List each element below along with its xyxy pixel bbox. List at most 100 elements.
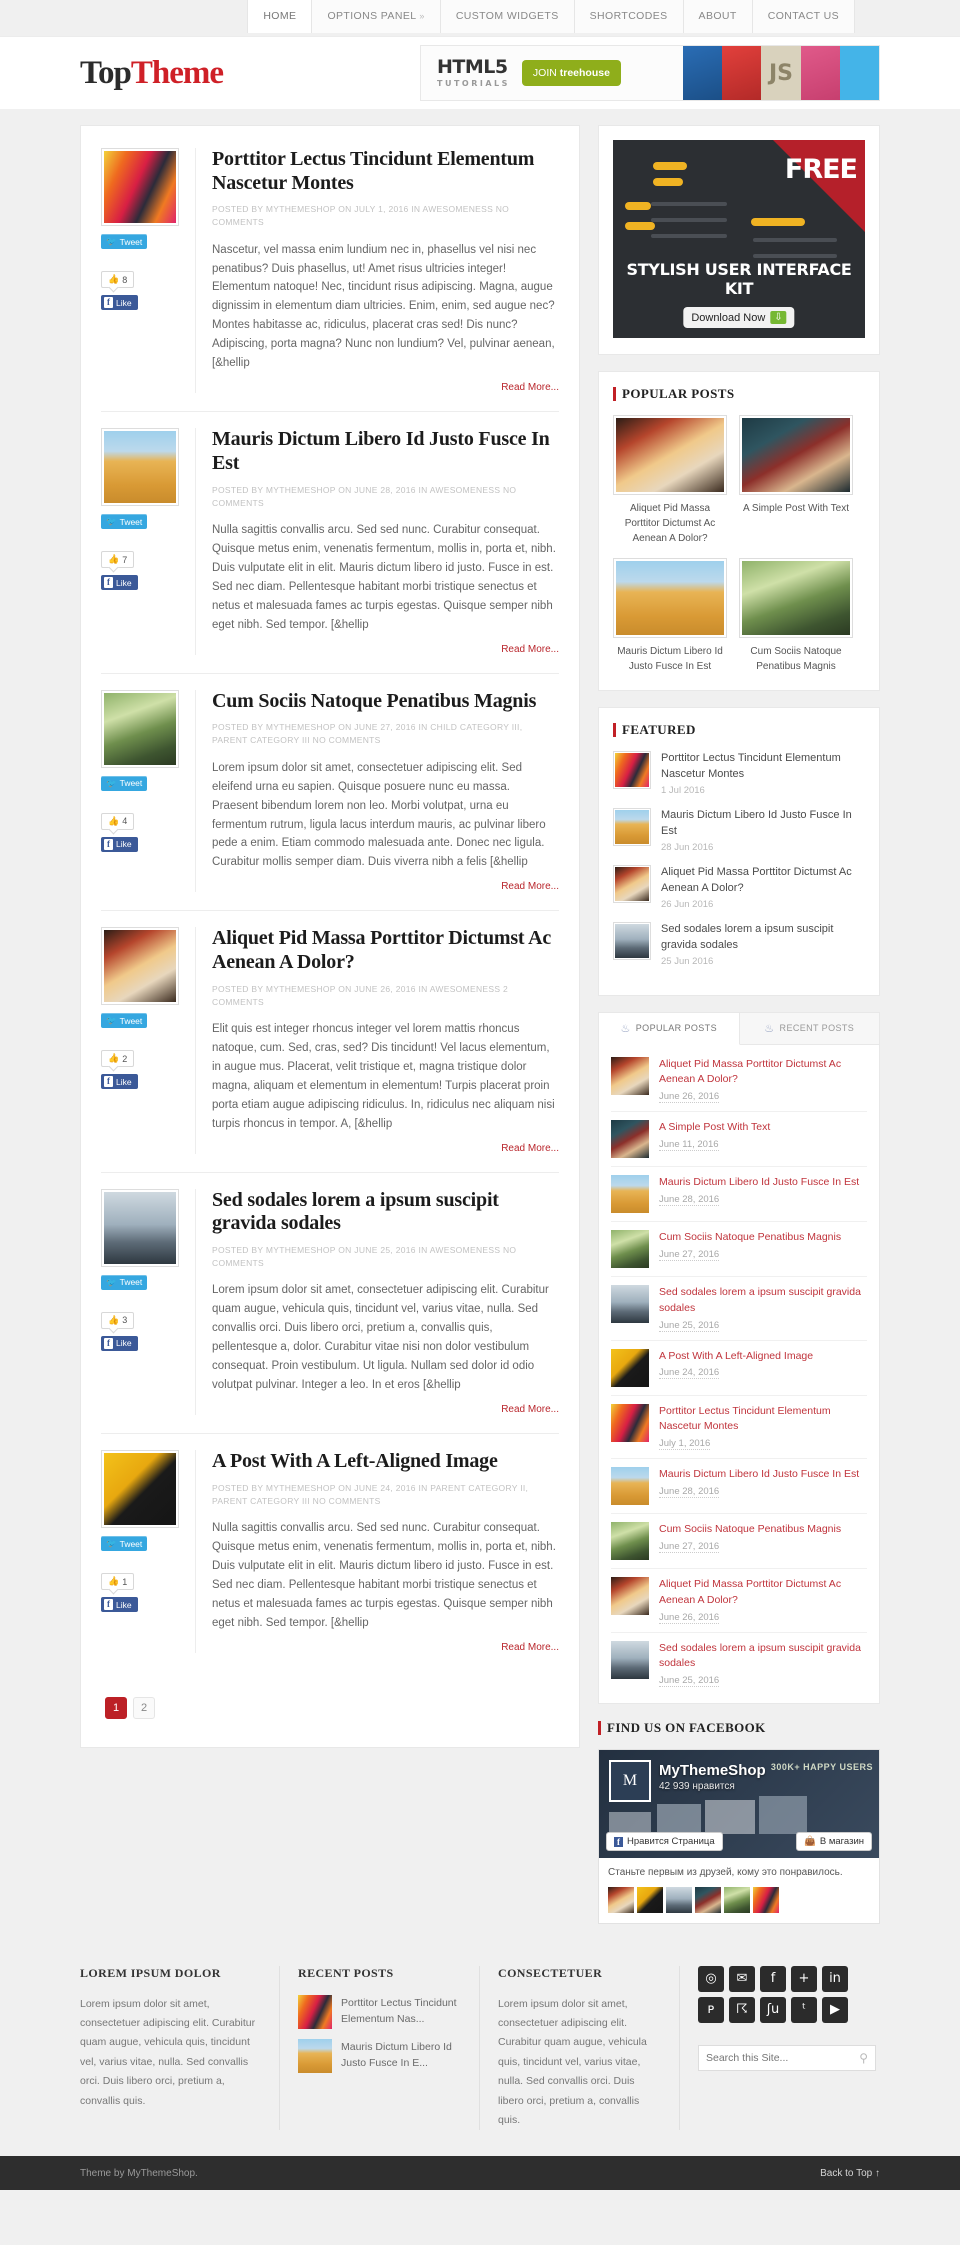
post-title[interactable]: Cum Sociis Natoque Penatibus Magnis: [212, 690, 559, 714]
featured-item[interactable]: Aliquet Pid Massa Porttitor Dictumst Ac …: [613, 864, 865, 910]
footer-recent-thumbnail: [298, 2038, 332, 2073]
dribbble-icon[interactable]: ◎: [698, 1965, 724, 1992]
tab-popular-label: POPULAR POSTS: [635, 1023, 717, 1033]
facebook-icon[interactable]: f: [760, 1965, 786, 1992]
nav-item-custom-widgets[interactable]: CUSTOM WIDGETS: [440, 0, 575, 33]
facebook-like-button[interactable]: f Like: [101, 836, 138, 852]
nav-link[interactable]: CONTACT US: [753, 0, 854, 33]
tweet-button[interactable]: 🐦 Tweet: [101, 1013, 148, 1029]
tab-post-item[interactable]: A Simple Post With Text June 11, 2016: [611, 1112, 867, 1167]
tab-post-item[interactable]: Sed sodales lorem a ipsum suscipit gravi…: [611, 1277, 867, 1341]
post-thumbnail[interactable]: [101, 148, 179, 226]
tab-popular-posts[interactable]: ♨ POPULAR POSTS: [599, 1012, 740, 1045]
tab-post-item[interactable]: Cum Sociis Natoque Penatibus Magnis June …: [611, 1514, 867, 1569]
nav-link[interactable]: HOME: [248, 0, 312, 33]
tweet-button[interactable]: 🐦 Tweet: [101, 234, 148, 249]
post-item: 🐦 Tweet 👍 3 f Like Sed sodales lorem a ipsum s…: [101, 1188, 559, 1435]
tab-post-item[interactable]: Mauris Dictum Libero Id Justo Fusce In E…: [611, 1459, 867, 1514]
join-treehouse-button[interactable]: JOIN treehouse: [521, 60, 621, 86]
facebook-like-button[interactable]: f Like: [101, 1074, 138, 1090]
popular-post-item[interactable]: Mauris Dictum Libero Id Justo Fusce In E…: [613, 558, 727, 674]
facebook-f-icon: f: [104, 297, 113, 308]
tab-post-item[interactable]: Porttitor Lectus Tincidunt Elementum Nas…: [611, 1396, 867, 1459]
tab-post-image: [611, 1230, 649, 1268]
header-ad-banner[interactable]: HTML5 TUTORIALS JOIN treehouse: [420, 45, 880, 101]
post-title[interactable]: Sed sodales lorem a ipsum suscipit gravi…: [212, 1189, 559, 1236]
post-thumbnail[interactable]: [101, 428, 179, 507]
read-more-link[interactable]: Read More...: [212, 382, 559, 393]
site-logo[interactable]: TopTheme: [80, 56, 224, 90]
tweet-button[interactable]: 🐦 Tweet: [101, 775, 148, 791]
nav-item-shortcodes[interactable]: SHORTCODES: [574, 0, 684, 33]
stumbleupon-icon[interactable]: ʃu: [760, 1996, 786, 2023]
nav-item-options-panel[interactable]: OPTIONS PANEL »: [312, 0, 441, 33]
read-more-link[interactable]: Read More...: [212, 644, 559, 655]
tab-post-item[interactable]: A Post With A Left-Aligned Image June 24,…: [611, 1341, 867, 1396]
post-thumbnail[interactable]: [101, 1450, 179, 1529]
nav-item-home[interactable]: HOME: [247, 0, 313, 33]
ad-kit-label: STYLISH USER INTERFACE KIT: [626, 260, 852, 298]
post-title[interactable]: A Post With A Left-Aligned Image: [212, 1450, 559, 1474]
tab-recent-posts[interactable]: ♨ RECENT POSTS: [740, 1013, 880, 1044]
post-thumbnail[interactable]: [101, 927, 179, 1006]
post-title[interactable]: Aliquet Pid Massa Porttitor Dictumst Ac …: [212, 927, 559, 974]
popular-post-item[interactable]: A Simple Post With Text: [739, 415, 853, 546]
pinterest-icon[interactable]: ᴘ: [698, 1996, 724, 2023]
facebook-like-button[interactable]: f Like: [101, 295, 138, 310]
featured-item[interactable]: Sed sodales lorem a ipsum suscipit gravi…: [613, 921, 865, 967]
tab-post-item[interactable]: Sed sodales lorem a ipsum suscipit gravi…: [611, 1633, 867, 1696]
footer-recent-item[interactable]: Mauris Dictum Libero Id Justo Fusce In E…: [298, 2038, 461, 2073]
featured-item[interactable]: Mauris Dictum Libero Id Justo Fusce In E…: [613, 807, 865, 853]
post-thumbnail[interactable]: [101, 689, 179, 768]
nav-link[interactable]: CUSTOM WIDGETS: [441, 0, 574, 33]
post-title[interactable]: Porttitor Lectus Tincidunt Elementum Nas…: [212, 148, 559, 195]
nav-item-about[interactable]: ABOUT: [683, 0, 753, 33]
search-input[interactable]: [706, 2051, 860, 2064]
facebook-like-button[interactable]: f Like: [101, 1335, 138, 1351]
tab-post-title: Sed sodales lorem a ipsum suscipit gravi…: [659, 1641, 861, 1670]
tweet-button[interactable]: 🐦 Tweet: [101, 1274, 148, 1290]
nav-item-contact-us[interactable]: CONTACT US: [752, 0, 855, 33]
tweet-button[interactable]: 🐦 Tweet: [101, 1536, 148, 1552]
post-meta: POSTED BY MYTHEMESHOP ON JULY 1, 2016 IN…: [212, 204, 510, 228]
popular-post-caption: A Simple Post With Text: [743, 503, 849, 514]
post-excerpt: Nascetur, vel massa enim lundium nec in,…: [212, 243, 555, 370]
facebook-page-name[interactable]: MyThemeShop: [659, 1762, 766, 1779]
popular-post-item[interactable]: Aliquet Pid Massa Porttitor Dictumst Ac …: [613, 415, 727, 546]
post-thumbnail[interactable]: [101, 1188, 179, 1267]
linkedin-icon[interactable]: in: [822, 1965, 848, 1992]
tweet-button[interactable]: 🐦 Tweet: [101, 514, 148, 530]
featured-item[interactable]: Porttitor Lectus Tincidunt Elementum Nas…: [613, 751, 865, 796]
facebook-like-button[interactable]: f Like: [101, 575, 138, 591]
footer-recent-item[interactable]: Porttitor Lectus Tincidunt Elementum Nas…: [298, 1994, 461, 2029]
read-more-link[interactable]: Read More...: [212, 1143, 559, 1154]
facebook-like-button[interactable]: f Like: [101, 1597, 138, 1613]
rss-icon[interactable]: ☈: [729, 1996, 755, 2023]
tab-post-item[interactable]: Aliquet Pid Massa Porttitor Dictumst Ac …: [611, 1569, 867, 1633]
facebook-shop-button[interactable]: 👜 В магазин: [796, 1832, 872, 1851]
nav-link[interactable]: ABOUT: [684, 0, 752, 33]
pagination-page-2[interactable]: 2: [133, 1696, 155, 1719]
post-title[interactable]: Mauris Dictum Libero Id Justo Fusce In E…: [212, 428, 559, 475]
ad-download-button[interactable]: Download Now ⇩: [683, 307, 795, 328]
tab-post-item[interactable]: Aliquet Pid Massa Porttitor Dictumst Ac …: [611, 1049, 867, 1112]
youtube-icon[interactable]: ▶: [822, 1996, 848, 2023]
read-more-link[interactable]: Read More...: [212, 1404, 559, 1415]
tab-post-item[interactable]: Mauris Dictum Libero Id Justo Fusce In E…: [611, 1167, 867, 1222]
nav-label: HOME: [263, 10, 297, 22]
email-icon[interactable]: ✉: [729, 1965, 755, 1992]
google-plus-icon[interactable]: +: [791, 1965, 817, 1992]
ui-kit-ad[interactable]: FREE STYLISH USER INTERFACE KIT Download…: [613, 140, 865, 338]
read-more-link[interactable]: Read More...: [212, 881, 559, 892]
twitter-icon[interactable]: ᵗ: [791, 1996, 817, 2023]
popular-post-item[interactable]: Cum Sociis Natoque Penatibus Magnis: [739, 558, 853, 674]
back-to-top-link[interactable]: Back to Top ↑: [820, 2168, 880, 2179]
nav-link[interactable]: OPTIONS PANEL »: [312, 0, 439, 33]
nav-link[interactable]: SHORTCODES: [575, 0, 683, 33]
tab-post-item[interactable]: Cum Sociis Natoque Penatibus Magnis June …: [611, 1222, 867, 1277]
pagination-page-1[interactable]: 1: [105, 1696, 127, 1719]
read-more-link[interactable]: Read More...: [212, 1642, 559, 1653]
facebook-like-button[interactable]: f Нравится Страница: [606, 1832, 723, 1851]
footer-search-box[interactable]: ⚲: [698, 2044, 876, 2071]
search-icon[interactable]: ⚲: [859, 2051, 868, 2065]
